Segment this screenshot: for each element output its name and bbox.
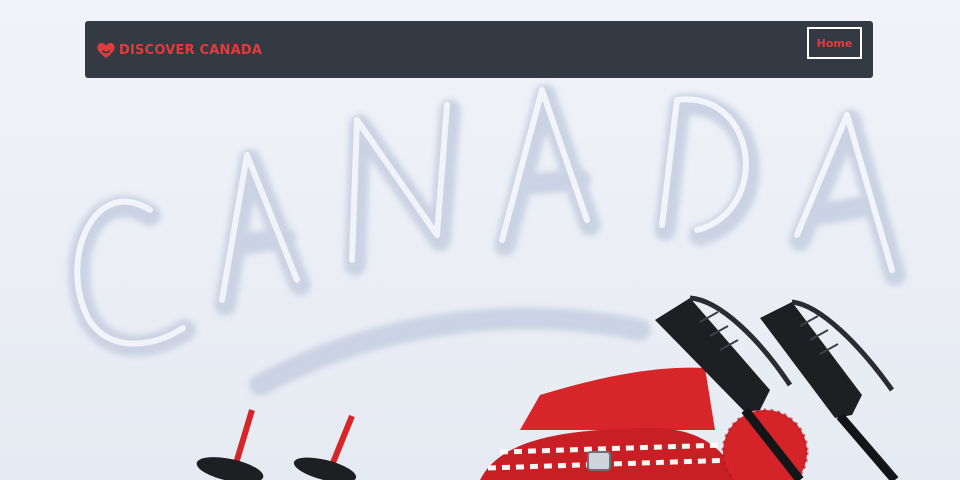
heart-icon	[97, 42, 115, 58]
top-navbar: DISCOVER CANADA Home	[85, 21, 873, 78]
brand-logo[interactable]: DISCOVER CANADA	[96, 40, 262, 60]
nav-home-button[interactable]: Home	[807, 27, 862, 59]
brand-label: DISCOVER CANADA	[119, 42, 263, 58]
